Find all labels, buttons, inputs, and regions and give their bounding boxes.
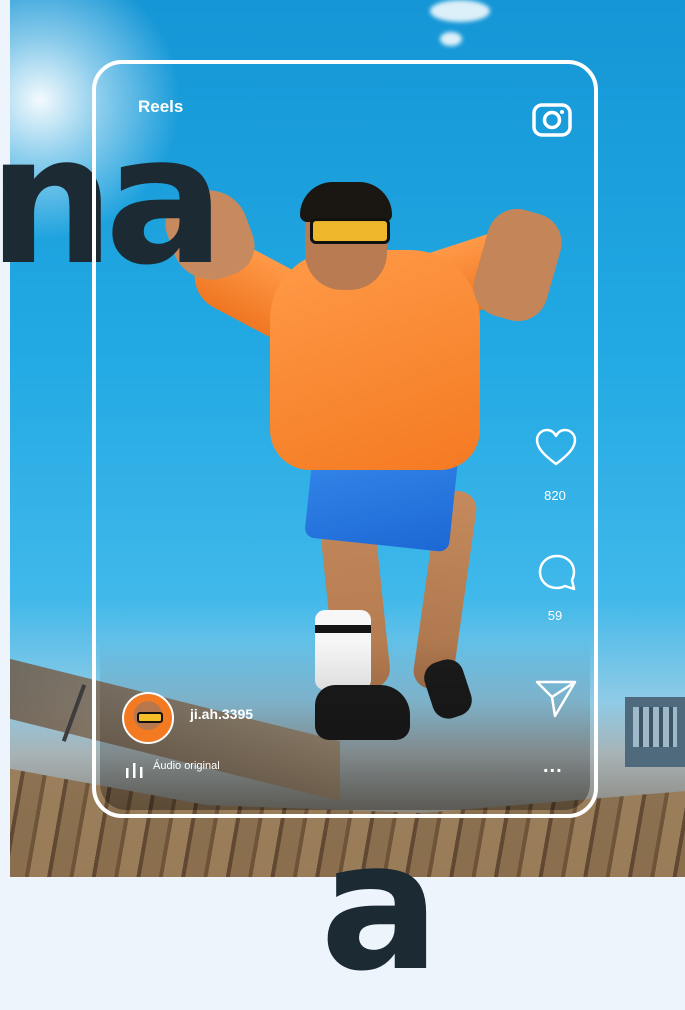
- audio-label[interactable]: Áudio original: [153, 760, 220, 772]
- more-icon[interactable]: ...: [543, 755, 563, 778]
- camera-icon[interactable]: [531, 99, 573, 139]
- audio-bars-icon: [126, 763, 143, 778]
- cloud: [440, 32, 462, 46]
- cloud: [430, 0, 490, 22]
- send-icon[interactable]: [534, 678, 578, 720]
- heart-icon[interactable]: [534, 428, 578, 468]
- username[interactable]: ji.ah.3395: [190, 706, 253, 722]
- page-title: Reels: [138, 97, 184, 116]
- bottom-gradient: [100, 640, 590, 810]
- comments-count: 59: [547, 608, 563, 623]
- building: [625, 697, 685, 767]
- comment-icon[interactable]: [536, 553, 578, 593]
- likes-count: 820: [544, 488, 566, 503]
- background-heading-bottom: a: [320, 803, 440, 1010]
- avatar[interactable]: [122, 692, 174, 744]
